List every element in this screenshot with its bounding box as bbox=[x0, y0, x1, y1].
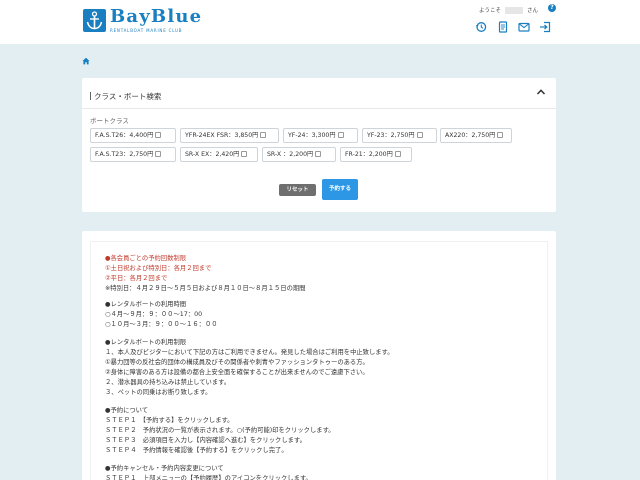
boat-chip-label: YF-24：3,300円 bbox=[288, 132, 336, 139]
boat-chip-label: F.A.S.T26：4,400円 bbox=[95, 132, 154, 139]
notice-line: ＳＴＥＰ４ 予約情報を確認後【予約する】をクリックし完了。 bbox=[105, 447, 288, 454]
notice-line: ●予約について bbox=[105, 407, 149, 414]
chevron-up-icon[interactable] bbox=[536, 88, 546, 96]
divider bbox=[82, 108, 556, 109]
notice-line: １、本人及びビジターにおいて下記の方はご利用できません。発見した場合はご利用を中… bbox=[105, 349, 394, 356]
notice-line: ３、ペットの同乗はお断り致します。 bbox=[105, 389, 212, 396]
checkbox[interactable] bbox=[241, 151, 248, 157]
checkbox[interactable] bbox=[155, 151, 162, 157]
checkbox[interactable] bbox=[337, 132, 344, 138]
class-boat-search-card: クラス・ボート検索 ボートクラス F.A.S.T26：4,400円 YFR-24… bbox=[82, 78, 556, 212]
boat-chip-yf23[interactable]: YF-23：2,750円 bbox=[362, 128, 437, 143]
boat-chip-label: AX220：2,750円 bbox=[445, 132, 496, 139]
boat-chip-fast23[interactable]: F.A.S.T23：2,750円 bbox=[90, 147, 176, 162]
boat-chip-srx[interactable]: SR-X ：2,200円 bbox=[262, 147, 336, 162]
notice-line: ○４月～９月：９：００～17：00 bbox=[105, 311, 203, 318]
notice-line: ＳＴＥＰ１ 上部メニューの【予約履歴】のアイコンをクリックします。 bbox=[105, 475, 312, 480]
boat-chip-label: FR-21：2,200円 bbox=[345, 151, 393, 158]
boat-chip-label: SR-X EX：2,420円 bbox=[185, 151, 240, 158]
notice-line: ＳＴＥＰ２ 予約状況の一覧が表示されます。○(予約可能)印をクリックします。 bbox=[105, 427, 335, 434]
boat-chip-fr21[interactable]: FR-21：2,200円 bbox=[340, 147, 412, 162]
boat-chip-label: YF-23：2,750円 bbox=[367, 132, 415, 139]
checkbox[interactable] bbox=[394, 151, 401, 157]
notice-body: ●各会員ごとの予約回数制限 ①土日祝および特別日：各月２回まで ②平日：各月２回まで… bbox=[90, 241, 548, 480]
notice-line: ●予約キャンセル・予約内容変更について bbox=[105, 465, 224, 472]
boat-chip-yfr24ex[interactable]: YFR-24EX FSR：3,850円 bbox=[180, 128, 279, 143]
notice-line: ※特別日：４月２９日～５月５日および８月１０日～８月１５日の期間 bbox=[105, 285, 306, 292]
site-header: BayBlue RENTALBOAT MARINE CLUB ようこそ さん ? bbox=[0, 0, 640, 44]
boat-class-label: ボートクラス bbox=[90, 117, 129, 125]
boat-chip-fast26[interactable]: F.A.S.T26：4,400円 bbox=[90, 128, 176, 143]
notice-line: ＳＴＥＰ１ 【予約する】をクリックします。 bbox=[105, 417, 234, 424]
checkbox[interactable] bbox=[497, 132, 504, 138]
boat-chip-ax220[interactable]: AX220：2,750円 bbox=[440, 128, 512, 143]
notice-line: ＳＴＥＰ３ 必須項目を入力し【内容確認へ進む】をクリックします。 bbox=[105, 437, 306, 444]
boat-chip-srx-ex[interactable]: SR-X EX：2,420円 bbox=[180, 147, 258, 162]
notice-line: ②平日：各月２回まで bbox=[105, 275, 168, 282]
notice-line: ２、潜水器具の持ち込みは禁止しています。 bbox=[105, 379, 231, 386]
help-icon[interactable]: ? bbox=[548, 4, 556, 12]
logo-text: BayBlue bbox=[110, 6, 203, 27]
anchor-icon bbox=[83, 9, 106, 32]
logout-icon[interactable] bbox=[539, 21, 551, 33]
welcome-suffix: さん bbox=[527, 8, 539, 14]
history-icon[interactable] bbox=[475, 21, 487, 33]
notice-line: ○１０月～３月：９：００～１６：００ bbox=[105, 321, 218, 328]
notice-line: ●各会員ごとの予約回数制限 bbox=[105, 255, 186, 262]
reserve-button[interactable]: 予約する bbox=[322, 179, 358, 200]
document-icon[interactable] bbox=[497, 21, 509, 33]
boat-chip-label: YFR-24EX FSR：3,850円 bbox=[185, 132, 259, 139]
checkbox[interactable] bbox=[315, 151, 322, 157]
notice-line: ①暴力団等の反社会的団体の構成員及びその関係者や刺青やファッションタトゥーのある… bbox=[105, 359, 369, 366]
welcome-message: ようこそ さん bbox=[479, 6, 538, 14]
boat-chip-label: F.A.S.T23：2,750円 bbox=[95, 151, 154, 158]
boat-chip-label: SR-X ：2,200円 bbox=[267, 151, 314, 158]
welcome-prefix: ようこそ bbox=[479, 8, 502, 14]
card-title: クラス・ボート検索 bbox=[90, 91, 161, 102]
logo-subtitle: RENTALBOAT MARINE CLUB bbox=[110, 28, 183, 33]
user-name-redacted bbox=[505, 7, 524, 14]
reset-button[interactable]: リセット bbox=[279, 184, 316, 196]
checkbox[interactable] bbox=[416, 132, 423, 138]
notice-line: ②身体に障害のある方は設備の都合上安全面を確保することが出来ませんのでご遠慮下さ… bbox=[105, 369, 369, 376]
mail-icon[interactable] bbox=[518, 21, 530, 33]
notice-line: ●レンタルボートの利用時間 bbox=[105, 301, 187, 308]
boat-chip-yf24[interactable]: YF-24：3,300円 bbox=[283, 128, 358, 143]
notice-card: ●各会員ごとの予約回数制限 ①土日祝および特別日：各月２回まで ②平日：各月２回まで… bbox=[82, 231, 556, 480]
checkbox[interactable] bbox=[260, 132, 267, 138]
notice-line: ●レンタルボートの利用制限 bbox=[105, 339, 187, 346]
card-title-text: クラス・ボート検索 bbox=[94, 92, 162, 101]
notice-line: ①土日祝および特別日：各月２回まで bbox=[105, 265, 212, 272]
checkbox[interactable] bbox=[155, 132, 162, 138]
logo[interactable]: BayBlue RENTALBOAT MARINE CLUB bbox=[83, 6, 203, 36]
home-icon[interactable] bbox=[82, 57, 90, 65]
